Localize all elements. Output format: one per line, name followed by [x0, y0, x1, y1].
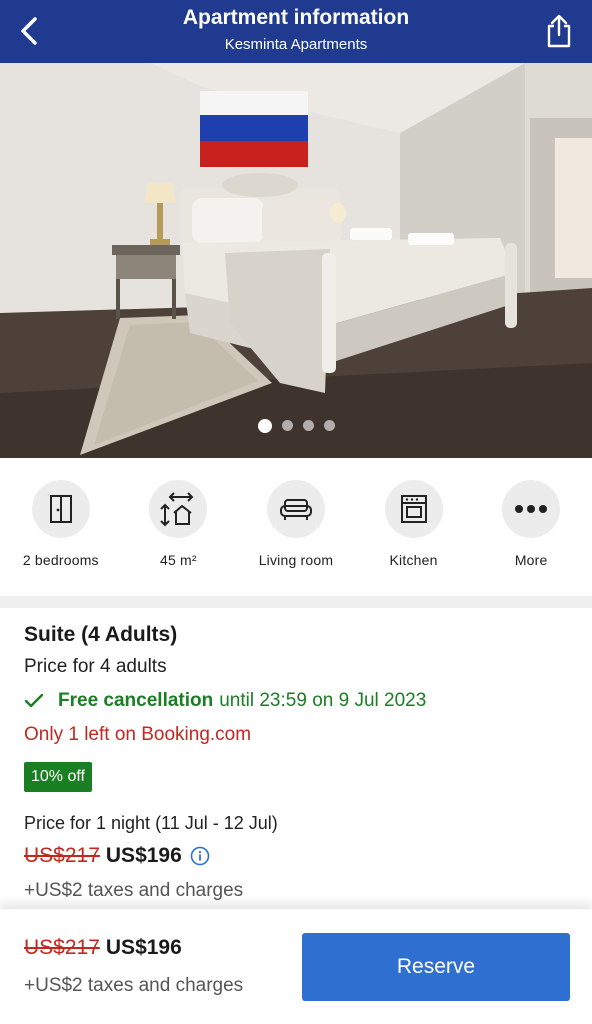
check-icon: [24, 693, 46, 709]
facility-label: More: [514, 552, 548, 568]
share-icon: [547, 14, 571, 48]
reserve-button[interactable]: Reserve: [302, 933, 570, 1001]
room-size-icon: [149, 480, 208, 538]
availability-text: Only 1 left on Booking.com: [24, 724, 252, 745]
facility-kitchen[interactable]: Kitchen: [355, 480, 473, 596]
door-icon: [31, 480, 90, 538]
gallery-indicator: [0, 418, 592, 433]
share-button[interactable]: [542, 10, 576, 52]
booking-footer: US$217 US$196 +US$2 taxes and charges Re…: [0, 909, 592, 1024]
oven-icon: [384, 480, 443, 538]
taxes-text: +US$2 taxes and charges: [24, 880, 244, 901]
occupancy-text: Price for 4 adults: [24, 656, 167, 677]
facility-label: 2 bedrooms: [22, 552, 99, 568]
gallery-dot[interactable]: [302, 420, 314, 431]
discounted-price: US$196: [105, 844, 182, 867]
top-bar: Apartment information Kesminta Apartment…: [0, 0, 592, 63]
photo-gallery[interactable]: [0, 63, 592, 458]
info-icon[interactable]: [190, 846, 210, 866]
footer-taxes-text: +US$2 taxes and charges: [24, 975, 244, 996]
property-name: Kesminta Apartments: [224, 36, 368, 53]
gallery-dot[interactable]: [257, 418, 272, 433]
facility-label: Kitchen: [389, 552, 438, 568]
more-icon: [502, 480, 561, 538]
facility-label: Living room: [258, 552, 334, 568]
facility-living-room[interactable]: Living room: [237, 480, 355, 596]
discount-badge: 10% off: [24, 762, 92, 792]
facility-size[interactable]: 45 m²: [120, 480, 238, 596]
room-name: Suite (4 Adults): [24, 623, 178, 646]
facility-more[interactable]: More: [472, 480, 590, 596]
footer-discounted-price: US$196: [105, 936, 182, 959]
gallery-dot[interactable]: [281, 420, 293, 431]
sofa-icon: [266, 480, 325, 538]
room-photo: [0, 63, 592, 458]
room-details: Suite (4 Adults) Price for 4 adults Free…: [24, 620, 574, 904]
facilities-row: 2 bedrooms 45 m² Living room Kitchen Mor…: [0, 458, 592, 596]
header-titles: Apartment information Kesminta Apartment…: [80, 4, 512, 56]
cancellation-deadline: until 23:59 on 9 Jul 2023: [219, 690, 427, 711]
section-divider: [0, 596, 592, 608]
price-row: US$217 US$196: [24, 842, 574, 870]
gallery-dot[interactable]: [323, 420, 335, 431]
back-button[interactable]: [14, 14, 44, 48]
footer-price-row: US$217 US$196: [24, 936, 190, 960]
original-price: US$217: [24, 844, 100, 867]
cancellation-label: Free cancellation: [58, 690, 214, 711]
facility-label: 45 m²: [159, 552, 197, 568]
facility-bedrooms[interactable]: 2 bedrooms: [2, 480, 120, 596]
cancellation-policy: Free cancellation until 23:59 on 9 Jul 2…: [24, 688, 574, 714]
night-info: Price for 1 night (11 Jul - 12 Jul): [24, 813, 278, 833]
footer-original-price: US$217: [24, 936, 100, 959]
chevron-left-icon: [21, 17, 37, 45]
page-title: Apartment information: [182, 6, 410, 29]
